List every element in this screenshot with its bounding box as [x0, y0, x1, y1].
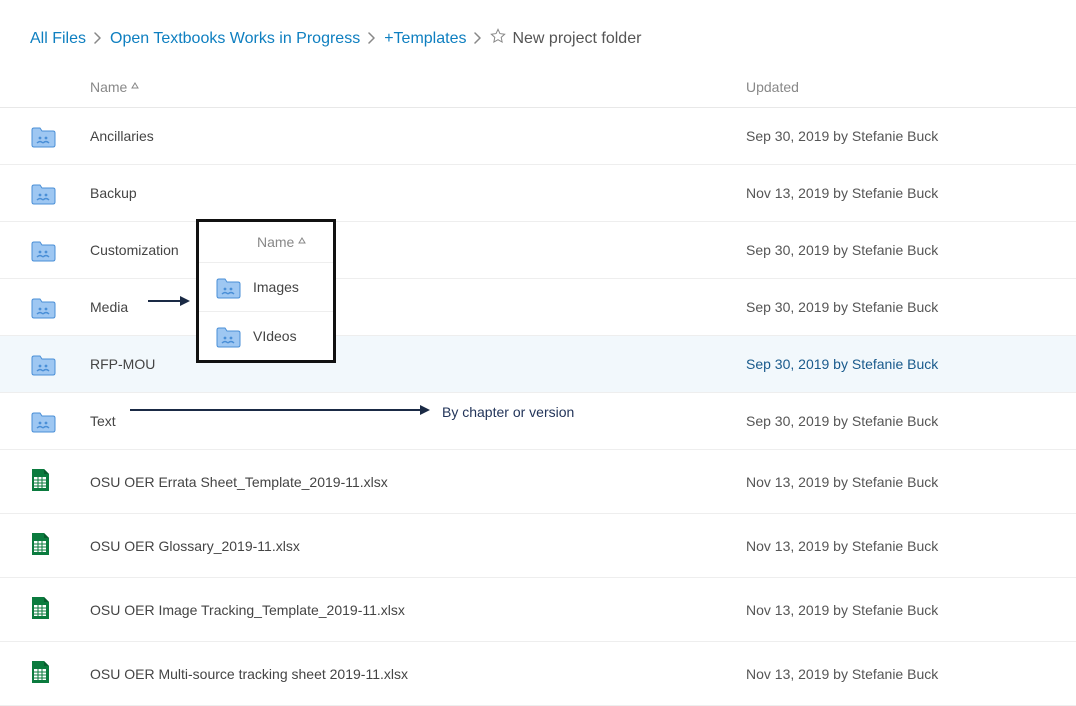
popup-item-label: VIdeos — [253, 328, 297, 344]
media-subfolder-popup: Name Images VIdeos — [196, 219, 336, 363]
file-name: RFP-MOU — [90, 356, 746, 372]
chevron-right-icon — [366, 31, 378, 47]
folder-shared-icon — [30, 183, 90, 203]
breadcrumb-link-open-textbooks[interactable]: Open Textbooks Works in Progress — [110, 30, 360, 48]
table-row[interactable]: TextSep 30, 2019 by Stefanie Buck — [0, 393, 1076, 450]
table-row[interactable]: OSU OER Multi-source tracking sheet 2019… — [0, 642, 1076, 706]
annotation-arrow-media — [148, 294, 190, 308]
column-header-name[interactable]: Name — [90, 79, 746, 95]
folder-shared-icon — [30, 240, 90, 260]
table-row[interactable]: OSU OER Errata Sheet_Template_2019-11.xl… — [0, 450, 1076, 514]
file-name: Backup — [90, 185, 746, 201]
folder-shared-icon — [30, 126, 90, 146]
popup-row-images[interactable]: Images — [199, 263, 333, 312]
file-name: OSU OER Image Tracking_Template_2019-11.… — [90, 602, 746, 618]
table-row[interactable]: BackupNov 13, 2019 by Stefanie Buck — [0, 165, 1076, 222]
file-name: OSU OER Errata Sheet_Template_2019-11.xl… — [90, 474, 746, 490]
folder-shared-icon — [30, 354, 90, 374]
breadcrumb: All Files Open Textbooks Works in Progre… — [0, 28, 1076, 69]
file-updated: Nov 13, 2019 by Stefanie Buck — [746, 538, 1046, 554]
file-updated: Sep 30, 2019 by Stefanie Buck — [746, 356, 1046, 372]
sort-asc-icon — [131, 82, 139, 93]
excel-file-icon — [30, 532, 90, 559]
file-updated: Nov 13, 2019 by Stefanie Buck — [746, 602, 1046, 618]
file-updated: Sep 30, 2019 by Stefanie Buck — [746, 242, 1046, 258]
file-table: Name Updated AncillariesSep 30, 2019 by … — [0, 69, 1076, 706]
file-name: OSU OER Glossary_2019-11.xlsx — [90, 538, 746, 554]
table-row[interactable]: OSU OER Image Tracking_Template_2019-11.… — [0, 578, 1076, 642]
file-updated: Sep 30, 2019 by Stefanie Buck — [746, 128, 1046, 144]
annotation-arrow-text — [130, 403, 430, 417]
column-header-name-label: Name — [90, 79, 127, 95]
breadcrumb-link-all-files[interactable]: All Files — [30, 30, 86, 48]
folder-shared-icon — [30, 411, 90, 431]
chevron-right-icon — [472, 31, 484, 47]
table-row[interactable]: RFP-MOUSep 30, 2019 by Stefanie Buck — [0, 336, 1076, 393]
table-row[interactable]: CustomizationSep 30, 2019 by Stefanie Bu… — [0, 222, 1076, 279]
sort-asc-icon — [298, 237, 306, 248]
file-updated: Nov 13, 2019 by Stefanie Buck — [746, 474, 1046, 490]
star-outline-icon[interactable] — [490, 28, 506, 49]
folder-shared-icon — [30, 297, 90, 317]
file-updated: Nov 13, 2019 by Stefanie Buck — [746, 185, 1046, 201]
folder-shared-icon — [215, 326, 241, 346]
file-name: Customization — [90, 242, 746, 258]
popup-item-label: Images — [253, 279, 299, 295]
annotation-text-by-chapter: By chapter or version — [442, 404, 574, 420]
popup-row-videos[interactable]: VIdeos — [199, 312, 333, 360]
excel-file-icon — [30, 660, 90, 687]
table-row[interactable]: AncillariesSep 30, 2019 by Stefanie Buck — [0, 108, 1076, 165]
popup-header-label: Name — [257, 234, 294, 250]
file-updated: Nov 13, 2019 by Stefanie Buck — [746, 666, 1046, 682]
file-updated: Sep 30, 2019 by Stefanie Buck — [746, 413, 1046, 429]
popup-header: Name — [199, 222, 333, 263]
breadcrumb-link-templates[interactable]: +Templates — [384, 30, 466, 48]
excel-file-icon — [30, 596, 90, 623]
file-updated: Sep 30, 2019 by Stefanie Buck — [746, 299, 1046, 315]
file-name: Ancillaries — [90, 128, 746, 144]
folder-shared-icon — [215, 277, 241, 297]
table-row[interactable]: OSU OER Glossary_2019-11.xlsxNov 13, 201… — [0, 514, 1076, 578]
chevron-right-icon — [92, 31, 104, 47]
column-header-updated[interactable]: Updated — [746, 79, 1046, 95]
file-name: OSU OER Multi-source tracking sheet 2019… — [90, 666, 746, 682]
column-icon-spacer — [30, 79, 90, 95]
table-header: Name Updated — [0, 69, 1076, 108]
excel-file-icon — [30, 468, 90, 495]
breadcrumb-current: New project folder — [512, 30, 641, 48]
